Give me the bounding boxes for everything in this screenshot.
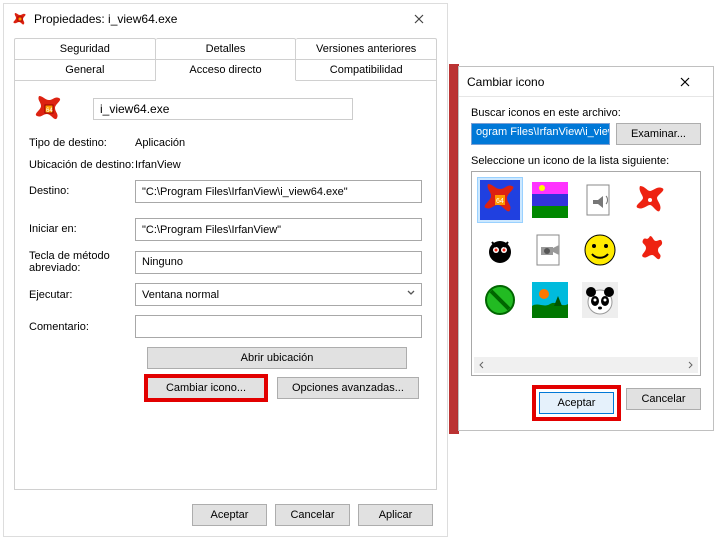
- label-hotkey: Tecla de método abreviado:: [29, 250, 135, 274]
- change-icon-title: Cambiar icono: [467, 75, 665, 89]
- tab-detalles[interactable]: Detalles: [156, 38, 297, 59]
- start-in-input[interactable]: [135, 218, 422, 241]
- icon-path-input[interactable]: ogram Files\IrfanView\i_view64.exe: [471, 123, 610, 145]
- icon-item-sunset[interactable]: [528, 278, 572, 322]
- svg-text:64: 64: [46, 108, 53, 114]
- icon-item-camera-doc[interactable]: [528, 228, 572, 272]
- properties-window: Propiedades: i_view64.exe Seguridad Deta…: [3, 3, 448, 537]
- advanced-button[interactable]: Opciones avanzadas...: [277, 377, 419, 399]
- icon-item-bw-cat[interactable]: [478, 228, 522, 272]
- label-comment: Comentario:: [29, 321, 135, 334]
- icon-item-irfanview-main[interactable]: 64: [478, 178, 522, 222]
- icon-item-rainbow[interactable]: [528, 178, 572, 222]
- accept-highlight: Aceptar: [535, 388, 618, 418]
- scroll-left-icon[interactable]: [474, 357, 490, 373]
- browse-button[interactable]: Examinar...: [616, 123, 701, 145]
- label-target: Destino:: [29, 185, 135, 198]
- run-combobox[interactable]: Ventana normal: [135, 283, 422, 306]
- properties-apply-button[interactable]: Aplicar: [358, 504, 433, 526]
- hotkey-input[interactable]: [135, 251, 422, 274]
- properties-ok-button[interactable]: Aceptar: [192, 504, 267, 526]
- change-icon-titlebar: Cambiar icono: [459, 67, 713, 97]
- label-run: Ejecutar:: [29, 289, 135, 302]
- properties-title: Propiedades: i_view64.exe: [34, 12, 399, 26]
- svg-text:64: 64: [496, 198, 504, 205]
- filename-input[interactable]: [93, 98, 353, 120]
- tab-general[interactable]: General: [14, 59, 156, 81]
- label-target-loc: Ubicación de destino:: [29, 159, 135, 172]
- scroll-right-icon[interactable]: [682, 357, 698, 373]
- icon-item-smiley[interactable]: [578, 228, 622, 272]
- icon-item-no-entry[interactable]: [478, 278, 522, 322]
- change-icon-button[interactable]: Cambiar icono...: [147, 377, 265, 399]
- properties-tabs: Seguridad Detalles Versiones anteriores …: [4, 34, 447, 490]
- icon-item-red-splat[interactable]: [628, 178, 672, 222]
- icon-list-scrollbar[interactable]: [474, 357, 698, 373]
- tab-compatibilidad[interactable]: Compatibilidad: [296, 59, 437, 81]
- target-input[interactable]: [135, 180, 422, 203]
- value-target-loc: IrfanView: [135, 159, 181, 171]
- run-value: Ventana normal: [142, 289, 219, 301]
- comment-input[interactable]: [135, 315, 422, 338]
- value-target-type: Aplicación: [135, 137, 185, 149]
- tab-versiones-anteriores[interactable]: Versiones anteriores: [296, 38, 437, 59]
- icon-item-panda[interactable]: [578, 278, 622, 322]
- label-select-icon: Seleccione un icono de la lista siguient…: [471, 155, 701, 167]
- icon-item-red-blob[interactable]: [628, 228, 672, 272]
- shortcut-tab-content: 64 Tipo de destino: Aplicación Ubicación…: [14, 80, 437, 490]
- irfanview-large-icon: 64: [33, 93, 65, 125]
- change-icon-ok-button[interactable]: Aceptar: [539, 392, 614, 414]
- tab-acceso-directo[interactable]: Acceso directo: [156, 59, 297, 81]
- change-icon-cancel-button[interactable]: Cancelar: [626, 388, 701, 410]
- label-search-icons: Buscar iconos en este archivo:: [471, 107, 701, 119]
- label-start-in: Iniciar en:: [29, 223, 135, 236]
- change-icon-close-button[interactable]: [665, 68, 705, 96]
- properties-titlebar: Propiedades: i_view64.exe: [4, 4, 447, 34]
- properties-footer: Aceptar Cancelar Aplicar: [192, 504, 433, 526]
- properties-cancel-button[interactable]: Cancelar: [275, 504, 350, 526]
- label-target-type: Tipo de destino:: [29, 137, 135, 150]
- change-icon-window: Cambiar icono Buscar iconos en este arch…: [458, 66, 714, 431]
- properties-close-button[interactable]: [399, 5, 439, 33]
- chevron-down-icon: [405, 287, 417, 299]
- irfanview-app-icon: [12, 11, 28, 27]
- icon-item-audio-doc[interactable]: [578, 178, 622, 222]
- open-location-button[interactable]: Abrir ubicación: [147, 347, 407, 369]
- icon-list[interactable]: 64: [471, 171, 701, 376]
- tab-seguridad[interactable]: Seguridad: [14, 38, 156, 59]
